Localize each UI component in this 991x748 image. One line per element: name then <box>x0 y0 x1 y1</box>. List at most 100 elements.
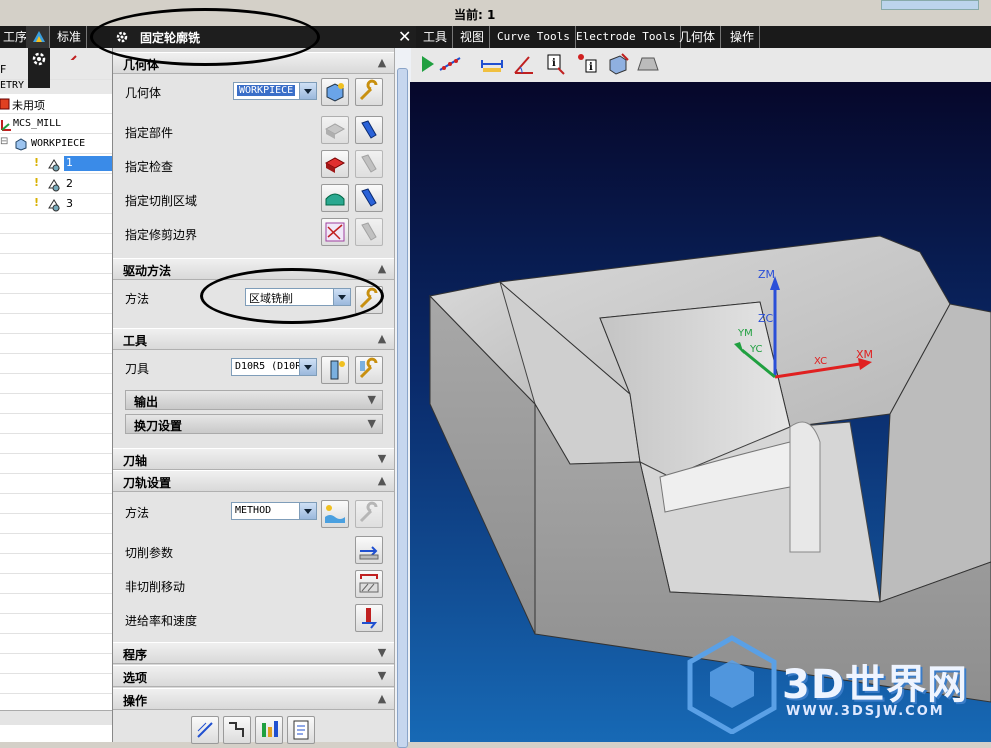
graphics-viewport[interactable]: ZM ZC XM XC YM YC 3D世界网 WWW.3DSJW.COM <box>410 82 991 742</box>
drive-method-select[interactable]: 区域铣削 <box>245 288 351 306</box>
specify-cut-area-label: 指定切削区域 <box>125 194 198 208</box>
show-trim-flashlight-button[interactable] <box>355 218 383 246</box>
empty-row <box>0 434 112 454</box>
specify-part-button[interactable] <box>321 116 349 144</box>
warning-icon: ! <box>34 176 40 189</box>
new-tool-button[interactable] <box>321 356 349 384</box>
operation-icon <box>48 199 60 212</box>
fixed-contour-dialog: 几何体 ▲ 几何体 WORKPIECE 指定部件 指定检查 指定切削区域 指定修… <box>112 48 395 744</box>
window-corner-control[interactable] <box>881 0 979 10</box>
empty-row <box>0 454 112 474</box>
table-row[interactable]: ! 1 <box>0 154 114 174</box>
edit-tool-button[interactable] <box>355 356 383 384</box>
new-method-button[interactable] <box>321 500 349 528</box>
chevron-down-icon[interactable]: ▼ <box>375 452 389 466</box>
nav-header: F <box>0 60 112 80</box>
tab-geometry[interactable]: 几何体 <box>674 26 722 48</box>
info-point-icon[interactable]: i <box>576 52 600 76</box>
specify-check-button[interactable] <box>321 150 349 178</box>
watermark-logo-icon <box>687 635 777 734</box>
nav-gear-strip[interactable] <box>28 48 50 88</box>
close-icon[interactable]: ✕ <box>398 27 411 46</box>
non-cut-moves-button[interactable] <box>355 570 383 598</box>
xm-label: XM <box>856 348 874 361</box>
empty-row <box>0 394 112 414</box>
section-program-header[interactable]: 程序 ▼ <box>113 642 395 664</box>
chevron-down-icon[interactable]: ▼ <box>375 646 389 660</box>
specify-cut-area-button[interactable] <box>321 184 349 212</box>
specify-trim-button[interactable] <box>321 218 349 246</box>
edit-method-button[interactable] <box>355 500 383 528</box>
path-method-select[interactable]: METHOD <box>231 502 317 520</box>
geometry-select[interactable]: WORKPIECE <box>233 82 317 100</box>
chevron-up-icon[interactable]: ▲ <box>375 474 389 488</box>
verify-toolpath-button[interactable] <box>255 716 283 744</box>
tab-view[interactable]: 视图 <box>455 26 491 48</box>
replay-toolpath-button[interactable] <box>223 716 251 744</box>
specify-trim-label: 指定修剪边界 <box>125 228 198 242</box>
chevron-up-icon[interactable]: ▲ <box>375 692 389 706</box>
edit-drive-button[interactable] <box>355 286 383 314</box>
section-tool-header[interactable]: 工具 ▲ <box>113 328 395 350</box>
plane-icon[interactable] <box>636 52 660 76</box>
table-row[interactable]: ! 3 <box>0 194 112 214</box>
chevron-down-icon[interactable]: ▼ <box>368 417 376 430</box>
section-path-settings-header[interactable]: 刀轨设置 ▲ <box>113 470 395 492</box>
subsection-tool-change[interactable]: 换刀设置 ▼ <box>125 414 383 434</box>
tool-select[interactable]: D10R5 (D10R <box>231 358 317 376</box>
empty-row <box>0 414 112 434</box>
tab-curve-tools[interactable]: Curve Tools <box>492 26 576 48</box>
section-options-header[interactable]: 选项 ▼ <box>113 665 395 687</box>
new-geometry-button[interactable] <box>321 78 349 106</box>
dialog-title-bar[interactable]: 固定轮廓铣 ✕ <box>110 26 416 48</box>
measure-distance-icon[interactable] <box>480 52 504 76</box>
show-cut-area-flashlight-button[interactable] <box>355 184 383 212</box>
section-tool-axis-header[interactable]: 刀轴 ▼ <box>113 448 395 470</box>
cut-params-button[interactable] <box>355 536 383 564</box>
subsection-output[interactable]: 输出 ▼ <box>125 390 383 410</box>
show-check-flashlight-button[interactable] <box>355 150 383 178</box>
tab-electrode-tools[interactable]: Electrode Tools <box>571 26 682 48</box>
chevron-down-icon[interactable]: ▼ <box>368 393 376 406</box>
info-body-icon[interactable] <box>606 52 630 76</box>
list-item[interactable]: MCS_MILL <box>0 114 112 134</box>
chevron-down-icon[interactable] <box>299 83 316 99</box>
section-geometry-header[interactable]: 几何体 ▲ <box>113 52 395 74</box>
gear-icon[interactable] <box>114 29 130 45</box>
chevron-down-icon[interactable]: ▼ <box>375 669 389 683</box>
measure-angle-icon[interactable] <box>512 52 536 76</box>
chevron-down-icon[interactable] <box>299 503 316 519</box>
dialog-scrollbar[interactable] <box>394 48 411 748</box>
chevron-down-icon[interactable] <box>299 359 316 375</box>
svg-text:i: i <box>589 62 593 73</box>
info-object-icon[interactable]: i <box>544 52 568 76</box>
nav-horizontal-scrollbar[interactable] <box>0 710 112 725</box>
list-toolpath-button[interactable] <box>287 716 315 744</box>
empty-row <box>0 594 112 614</box>
tab-operation[interactable]: 操作 <box>725 26 761 48</box>
gear-icon[interactable] <box>28 48 50 70</box>
table-row[interactable]: ! 2 <box>0 174 112 194</box>
play-icon[interactable] <box>416 52 440 76</box>
empty-row <box>0 574 112 594</box>
chevron-up-icon[interactable]: ▲ <box>375 56 389 70</box>
chevron-up-icon[interactable]: ▲ <box>375 332 389 346</box>
nx-logo-icon <box>26 26 50 48</box>
specify-check-label: 指定检查 <box>125 160 174 174</box>
point-set-icon[interactable] <box>438 52 462 76</box>
section-actions-header[interactable]: 操作 ▲ <box>113 688 395 710</box>
chevron-up-icon[interactable]: ▲ <box>375 262 389 276</box>
tab-tools[interactable]: 工具 <box>418 26 454 48</box>
tab-standard[interactable]: 标准 <box>52 26 88 48</box>
section-drive-header[interactable]: 驱动方法 ▲ <box>113 258 395 280</box>
show-part-flashlight-button[interactable] <box>355 116 383 144</box>
edit-geometry-button[interactable] <box>355 78 383 106</box>
list-item[interactable]: ⊟ WORKPIECE <box>0 134 112 154</box>
scrollbar-thumb[interactable] <box>397 68 408 748</box>
empty-row <box>0 654 112 674</box>
generate-toolpath-button[interactable] <box>191 716 219 744</box>
chevron-down-icon[interactable] <box>333 289 350 305</box>
collapse-toggle-icon[interactable]: ⊟ <box>0 136 8 147</box>
list-item[interactable]: 未用项 <box>0 94 112 114</box>
feeds-speeds-button[interactable] <box>355 604 383 632</box>
